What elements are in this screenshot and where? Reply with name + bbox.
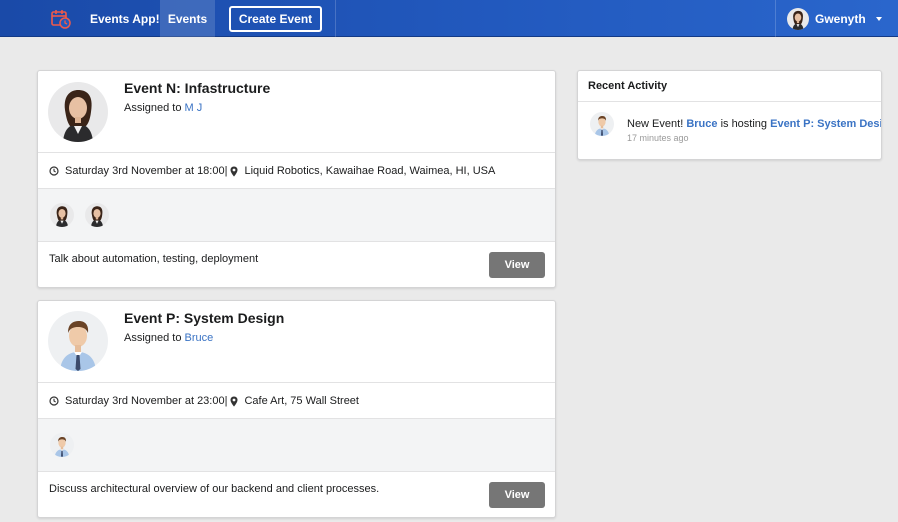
event-description: Talk about automation, testing, deployme… (49, 253, 259, 265)
attendees-row (38, 188, 555, 241)
host-avatar (48, 311, 108, 371)
assignee-link[interactable]: M J (185, 102, 203, 114)
nav-events-tab[interactable]: Events (160, 0, 215, 37)
user-avatar (787, 8, 809, 30)
event-meta: Saturday 3rd November at 18:00| Liquid R… (38, 152, 555, 188)
user-name: Gwenyth (815, 11, 866, 26)
event-datetime: Saturday 3rd November at 18:00| (65, 165, 228, 177)
view-button[interactable]: View (489, 252, 545, 278)
activity-user-link[interactable]: Bruce (686, 118, 717, 130)
recent-activity-panel: Recent Activity New Event! Bruce is host… (577, 70, 882, 160)
top-navbar: Events App! Events Create Event Gwenyth (0, 0, 898, 37)
event-location: Liquid Robotics, Kawaihae Road, Waimea, … (244, 165, 496, 177)
assigned-label: Assigned to (124, 102, 182, 114)
brand-link[interactable]: Events App! (40, 0, 160, 37)
event-title[interactable]: Event P: System Design (124, 310, 284, 326)
assigned-label: Assigned to (124, 332, 182, 344)
event-title[interactable]: Event N: Infastructure (124, 80, 270, 96)
attendee-avatar[interactable] (85, 203, 109, 227)
event-footer: Talk about automation, testing, deployme… (38, 241, 555, 287)
activity-middle: is hosting (720, 118, 768, 130)
event-datetime: Saturday 3rd November at 23:00| (65, 395, 228, 407)
create-event-button[interactable]: Create Event (229, 5, 322, 32)
clock-icon (49, 396, 59, 406)
event-card: Event P: System Design Assigned to Bruce… (37, 300, 556, 518)
activity-user-avatar (590, 112, 614, 136)
event-meta-line: Saturday 3rd November at 23:00| Cafe Art… (49, 395, 359, 407)
clock-icon (49, 166, 59, 176)
user-menu[interactable]: Gwenyth (775, 0, 898, 37)
assignee-link[interactable]: Bruce (185, 332, 214, 344)
view-button[interactable]: View (489, 482, 545, 508)
event-header: Event N: Infastructure Assigned to M J (38, 71, 555, 152)
host-avatar (48, 82, 108, 142)
activity-event-link[interactable]: Event P: System Design (770, 118, 881, 130)
attendee-avatar[interactable] (50, 203, 74, 227)
calendar-clock-icon (51, 9, 71, 29)
attendee-avatar[interactable] (50, 433, 74, 457)
event-header: Event P: System Design Assigned to Bruce (38, 301, 555, 382)
event-location: Cafe Art, 75 Wall Street (244, 395, 359, 407)
activity-prefix: New Event! (627, 118, 684, 130)
event-footer: Discuss architectural overview of our ba… (38, 471, 555, 517)
recent-activity-header: Recent Activity (578, 71, 881, 102)
activity-text: New Event! Bruce is hosting Event P: Sys… (627, 118, 881, 130)
create-event-item: Create Event (216, 0, 336, 37)
attendees-row (38, 418, 555, 471)
event-meta-line: Saturday 3rd November at 18:00| Liquid R… (49, 165, 495, 177)
map-marker-icon (230, 166, 238, 176)
event-assigned: Assigned to M J (124, 102, 202, 114)
brand-name: Events App! (90, 11, 160, 26)
chevron-down-icon[interactable] (875, 16, 882, 21)
event-meta: Saturday 3rd November at 23:00| Cafe Art… (38, 382, 555, 418)
event-description: Discuss architectural overview of our ba… (49, 483, 380, 495)
map-marker-icon (230, 396, 238, 406)
event-assigned: Assigned to Bruce (124, 332, 213, 344)
event-card: Event N: Infastructure Assigned to M J S… (37, 70, 556, 288)
activity-timestamp: 17 minutes ago (627, 133, 689, 143)
